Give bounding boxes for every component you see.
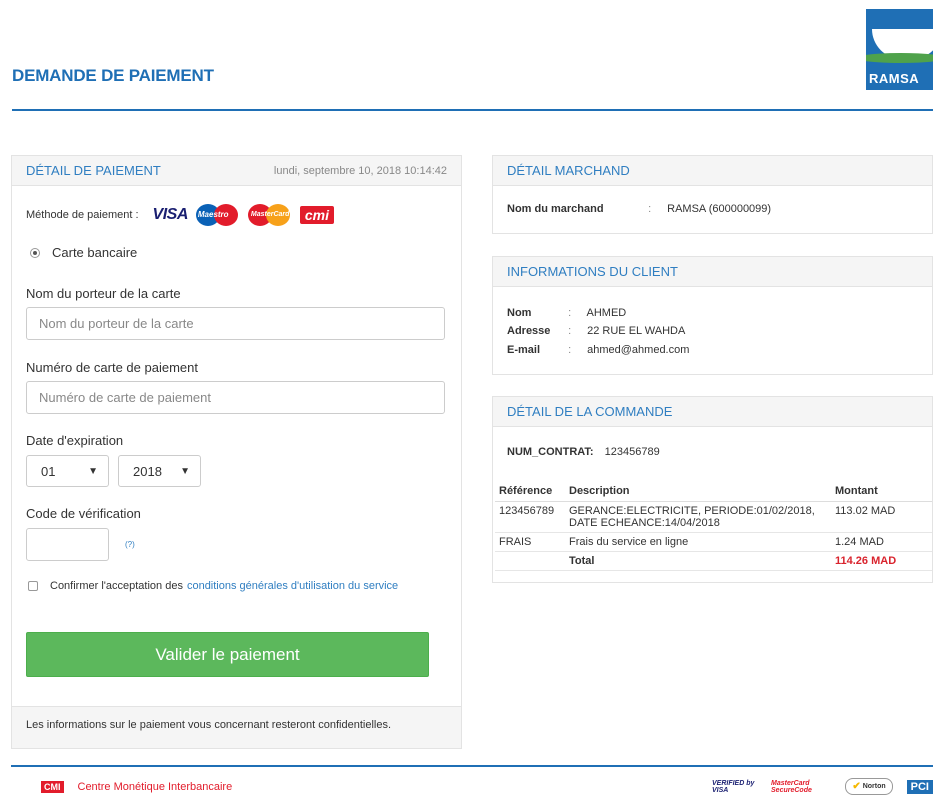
contract-label: NUM_CONTRAT: (507, 446, 594, 458)
client-adresse-row: Adresse : 22 RUE EL WAHDA (507, 325, 686, 337)
merchant-section-title: DÉTAIL MARCHAND (507, 163, 630, 178)
terms-checkbox[interactable] (28, 581, 38, 591)
col-amount-header: Montant (831, 481, 932, 502)
table-row: 123456789 GERANCE:ELECTRICITE, PERIODE:0… (495, 501, 932, 533)
client-nom-value: AHMED (586, 307, 627, 319)
header-divider (12, 109, 933, 111)
total-value: 114.26 MAD (831, 551, 932, 571)
cardholder-label: Nom du porteur de la carte (26, 286, 181, 301)
client-email-value: ahmed@ahmed.com (587, 344, 690, 356)
client-section-title: INFORMATIONS DU CLIENT (507, 264, 678, 279)
chevron-down-icon: ▼ (180, 465, 190, 477)
check-icon: ✔ (852, 781, 861, 792)
visa-logo: VISA (152, 206, 189, 223)
merchant-panel: DÉTAIL MARCHAND Nom du marchand : RAMSA … (492, 155, 933, 234)
mastercard-logo: MasterCard (247, 204, 292, 226)
expiry-year-value: 2018 (133, 463, 162, 479)
merchant-panel-header: DÉTAIL MARCHAND (493, 156, 932, 186)
cardholder-input[interactable] (26, 307, 445, 340)
row-desc: GERANCE:ELECTRICITE, PERIODE:01/02/2018,… (565, 501, 831, 533)
client-panel-header: INFORMATIONS DU CLIENT (493, 257, 932, 287)
expiry-year-select[interactable]: 2018 ▼ (118, 455, 201, 487)
payment-methods: Méthode de paiement : VISA Maestro Maste… (26, 204, 334, 226)
cvv-label: Code de vérification (26, 506, 141, 521)
table-total-row: Total 114.26 MAD (495, 551, 932, 571)
chevron-down-icon: ▼ (88, 465, 98, 477)
confidentiality-note: Les informations sur le paiement vous co… (12, 706, 461, 748)
order-panel-header: DÉTAIL DE LA COMMANDE (493, 397, 932, 427)
table-header-row: Référence Description Montant (495, 481, 932, 502)
merchant-name-row: Nom du marchand : RAMSA (600000099) (507, 203, 772, 215)
client-email-label: E-mail (507, 344, 541, 356)
card-number-input[interactable] (26, 381, 445, 414)
cvv-help-link[interactable]: (?) (125, 540, 135, 549)
table-row: FRAIS Frais du service en ligne 1.24 MAD (495, 532, 932, 552)
client-nom-row: Nom : AHMED (507, 307, 627, 319)
row-ref: FRAIS (495, 532, 565, 552)
expiry-month-value: 01 (41, 463, 56, 479)
cvv-input[interactable] (26, 528, 109, 561)
cmi-footer-logo: CMI (41, 781, 64, 793)
row-ref: 123456789 (495, 501, 565, 533)
payment-section-title: DÉTAIL DE PAIEMENT (26, 163, 161, 178)
expiry-month-select[interactable]: 01 ▼ (26, 455, 109, 487)
client-adresse-value: 22 RUE EL WAHDA (587, 325, 686, 337)
card-number-label: Numéro de carte de paiement (26, 360, 198, 375)
total-label: Total (565, 551, 831, 571)
ramsa-logo: RAMSA (866, 9, 933, 90)
pci-badge: PCI (906, 779, 933, 794)
col-ref-header: Référence (495, 481, 565, 502)
row-amount: 1.24 MAD (831, 532, 932, 552)
payment-panel-header: DÉTAIL DE PAIEMENT lundi, septembre 10, … (12, 156, 461, 186)
merchant-name-label: Nom du marchand (507, 203, 604, 215)
norton-badge: ✔ Norton (845, 778, 893, 795)
merchant-name-value: RAMSA (600000099) (667, 203, 772, 215)
contract-value: 123456789 (604, 446, 660, 458)
order-panel: DÉTAIL DE LA COMMANDE NUM_CONTRAT: 12345… (492, 396, 933, 583)
logo-wave-green-icon (866, 53, 933, 63)
mastercard-securecode-badge: MasterCard SecureCode (771, 779, 812, 794)
row-desc: Frais du service en ligne (565, 532, 831, 552)
client-panel: INFORMATIONS DU CLIENT Nom : AHMED Adres… (492, 256, 933, 375)
radio-selected-icon[interactable] (30, 247, 40, 258)
cmi-logo: cmi (299, 206, 334, 224)
client-email-row: E-mail : ahmed@ahmed.com (507, 344, 690, 356)
order-table: Référence Description Montant 123456789 … (495, 481, 932, 571)
expiry-label: Date d'expiration (26, 433, 124, 448)
col-desc-header: Description (565, 481, 831, 502)
payment-datetime: lundi, septembre 10, 2018 10:14:42 (273, 164, 447, 177)
cmi-footer-name: Centre Monétique Interbancaire (77, 781, 233, 793)
terms-row: Confirmer l'acceptation des conditions g… (28, 580, 398, 592)
client-nom-label: Nom (507, 307, 532, 319)
client-adresse-label: Adresse (507, 325, 551, 337)
order-section-title: DÉTAIL DE LA COMMANDE (507, 404, 673, 419)
footer-divider (11, 765, 933, 767)
maestro-logo: Maestro (195, 204, 240, 226)
terms-text: Confirmer l'acceptation des (50, 580, 183, 592)
security-badges: VERIFIED by VISA MasterCard SecureCode ✔… (712, 778, 933, 795)
submit-payment-button[interactable]: Valider le paiement (26, 632, 429, 677)
radio-label: Carte bancaire (52, 245, 138, 260)
logo-text: RAMSA (869, 71, 920, 86)
contract-row: NUM_CONTRAT: 123456789 (507, 446, 660, 458)
card-type-radio[interactable]: Carte bancaire (30, 245, 137, 260)
row-amount: 113.02 MAD (831, 501, 932, 533)
verified-by-visa-badge: VERIFIED by VISA (712, 779, 755, 794)
cmi-footer: CMI Centre Monétique Interbancaire (41, 781, 232, 793)
terms-link[interactable]: conditions générales d'utilisation du se… (187, 580, 398, 592)
method-label: Méthode de paiement : (26, 209, 139, 221)
page-title: DEMANDE DE PAIEMENT (12, 66, 214, 85)
payment-panel: DÉTAIL DE PAIEMENT lundi, septembre 10, … (11, 155, 462, 749)
